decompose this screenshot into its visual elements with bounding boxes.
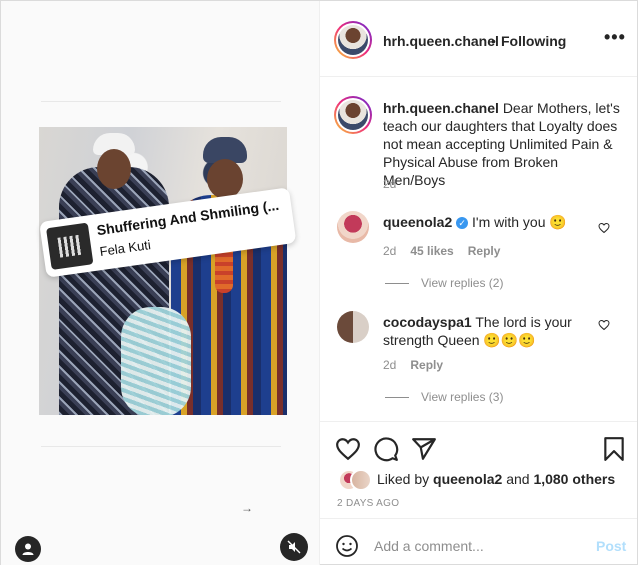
divider <box>41 101 281 102</box>
comment-icon[interactable] <box>373 436 399 462</box>
view-replies-button[interactable]: View replies (2) <box>385 276 503 290</box>
caption-age[interactable]: 2d <box>383 177 396 191</box>
liked-by-prefix: Liked by <box>377 471 430 487</box>
comment-input[interactable]: Add a comment... <box>374 538 484 554</box>
liker-avatar[interactable] <box>350 469 372 491</box>
album-art <box>46 222 94 270</box>
liked-by-joiner: and <box>506 471 530 487</box>
more-icon[interactable]: ••• <box>604 27 626 48</box>
divider <box>41 446 281 447</box>
bookmark-icon[interactable] <box>601 436 627 462</box>
author-username[interactable]: hrh.queen.chanel <box>383 33 499 49</box>
comment-username[interactable]: queenola2 <box>383 214 452 230</box>
reply-button[interactable]: Reply <box>410 358 443 372</box>
comment-age[interactable]: 2d <box>383 244 396 258</box>
view-replies-label: View replies (3) <box>421 390 504 404</box>
post-media[interactable]: Shuffering And Shmiling (... Fela Kuti → <box>1 1 320 565</box>
verified-badge-icon: ✓ <box>456 217 469 230</box>
heart-icon[interactable] <box>335 436 361 462</box>
comment-username[interactable]: cocodayspa1 <box>383 314 472 330</box>
photo-detail <box>97 149 131 189</box>
liked-by: Liked by queenola2 and 1,080 others <box>377 471 615 487</box>
emoji-icon[interactable] <box>335 534 359 558</box>
arrow-mark: → <box>241 501 253 515</box>
comment-like-heart-icon[interactable] <box>598 319 610 331</box>
user-tag-button[interactable] <box>15 536 41 562</box>
commenter-avatar[interactable] <box>337 211 369 243</box>
comment-age[interactable]: 2d <box>383 358 396 372</box>
comment-likes[interactable]: 45 likes <box>410 244 453 258</box>
post-details-panel: hrh.queen.chanel • Following ••• hrh.que… <box>320 1 637 565</box>
mute-icon <box>287 540 301 554</box>
post-header: hrh.queen.chanel • Following ••• <box>320 1 637 77</box>
post-button[interactable]: Post <box>596 538 626 554</box>
caption-username[interactable]: hrh.queen.chanel <box>383 100 499 116</box>
avatar[interactable] <box>334 96 372 134</box>
share-icon[interactable] <box>411 436 437 462</box>
photo-detail <box>121 307 191 415</box>
commenter-avatar[interactable] <box>337 311 369 343</box>
view-replies-label: View replies (2) <box>421 276 504 290</box>
song-artist: Fela Kuti <box>98 237 152 260</box>
comment-like-heart-icon[interactable] <box>598 222 610 234</box>
photo-detail <box>207 159 243 199</box>
comment-meta: 2d 45 likes Reply <box>383 244 500 258</box>
caption: hrh.queen.chanel Dear Mothers, let's tea… <box>383 99 623 189</box>
user-tag-icon <box>22 543 34 555</box>
comment: queenola2 ✓ I'm with you 🙂 <box>383 213 597 231</box>
liked-by-others[interactable]: 1,080 others <box>533 471 615 487</box>
avatar[interactable] <box>334 21 372 59</box>
reply-button[interactable]: Reply <box>468 244 501 258</box>
mute-button[interactable] <box>280 533 308 561</box>
view-replies-button[interactable]: View replies (3) <box>385 390 503 404</box>
following-button[interactable]: Following <box>501 33 566 49</box>
liked-by-user[interactable]: queenola2 <box>433 471 502 487</box>
post-date[interactable]: 2 DAYS AGO <box>337 498 399 509</box>
comment-text: I'm with you 🙂 <box>472 214 567 230</box>
comment-meta: 2d Reply <box>383 358 443 372</box>
separator-dot: • <box>491 33 496 49</box>
comment: cocodayspa1 The lord is your strength Qu… <box>383 313 597 349</box>
